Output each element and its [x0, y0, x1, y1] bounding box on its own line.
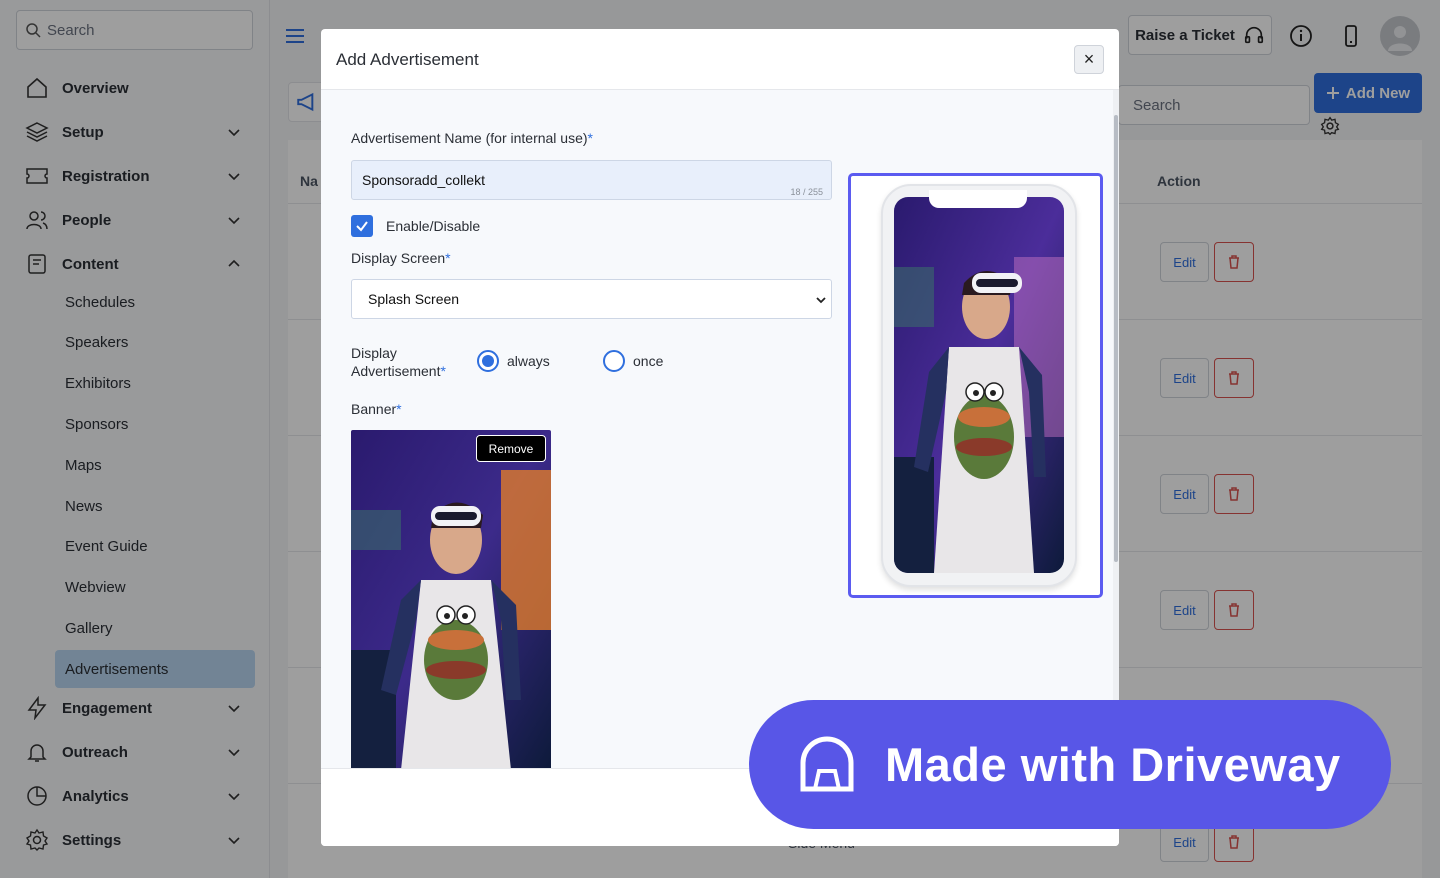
display-screen-label: Display Screen*	[351, 250, 451, 266]
close-icon: ×	[1083, 49, 1095, 69]
display-screen-select[interactable]: Splash Screen	[351, 279, 832, 319]
display-advertisement-label: Display Advertisement*	[351, 344, 446, 380]
advertisement-name-value: Sponsoradd_collekt	[362, 172, 485, 188]
character-counter: 18 / 255	[790, 187, 823, 197]
required-mark: *	[587, 130, 593, 146]
phone-screen	[894, 197, 1064, 573]
driveway-logo-icon	[800, 736, 854, 791]
checkmark-icon	[356, 221, 368, 232]
required-mark: *	[396, 401, 402, 417]
modal-title: Add Advertisement	[336, 50, 479, 69]
modal-scrollbar-thumb[interactable]	[1114, 115, 1118, 562]
advertisement-name-label-text: Advertisement Name (for internal use)	[351, 130, 588, 146]
vr-person-photo	[351, 430, 551, 770]
radio-always[interactable]	[477, 350, 499, 372]
display-advertisement-label-line2: Advertisement	[351, 363, 441, 379]
display-screen-label-text: Display Screen	[351, 250, 446, 266]
phone-preview-frame	[848, 173, 1103, 598]
required-mark: *	[440, 363, 446, 379]
banner-image: Remove	[351, 430, 551, 770]
vr-person-preview-photo	[894, 197, 1064, 573]
banner-label-text: Banner	[351, 401, 397, 417]
badge-text: Made with Driveway	[885, 738, 1341, 791]
phone-notch	[929, 190, 1027, 208]
radio-always-label: always	[507, 353, 550, 369]
modal-header: Add Advertisement ×	[321, 29, 1119, 90]
enable-checkbox[interactable]	[351, 215, 373, 237]
advertisement-name-label: Advertisement Name (for internal use)*	[351, 130, 593, 146]
radio-once-label: once	[633, 353, 664, 369]
modal-body: Advertisement Name (for internal use)* S…	[321, 90, 1113, 770]
required-mark: *	[445, 250, 451, 266]
enable-disable-label: Enable/Disable	[386, 218, 481, 234]
made-with-driveway-badge[interactable]: Made with Driveway	[749, 700, 1391, 829]
banner-label: Banner*	[351, 401, 402, 417]
phone-mockup	[881, 184, 1077, 587]
display-screen-value: Splash Screen	[368, 291, 460, 307]
chevron-down-icon	[816, 297, 826, 304]
radio-selected-dot	[482, 355, 494, 367]
remove-banner-button[interactable]: Remove	[476, 435, 546, 462]
radio-once[interactable]	[603, 350, 625, 372]
close-button[interactable]: ×	[1074, 45, 1104, 74]
display-advertisement-label-line1: Display	[351, 345, 397, 361]
advertisement-name-input[interactable]: Sponsoradd_collekt 18 / 255	[351, 160, 832, 200]
